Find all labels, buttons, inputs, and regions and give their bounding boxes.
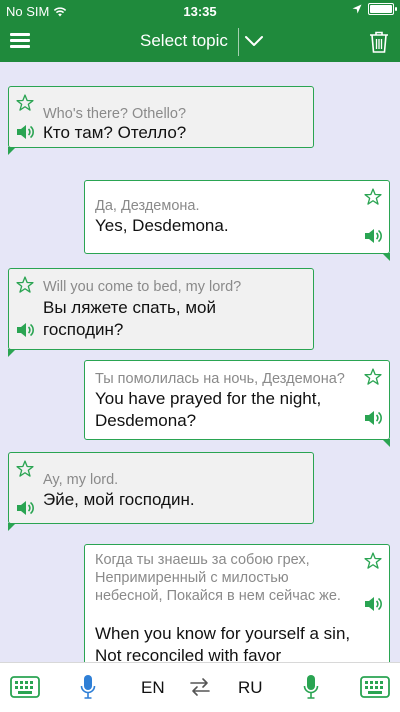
swap-arrows-icon[interactable] xyxy=(189,677,211,697)
trash-icon[interactable] xyxy=(368,30,390,54)
star-outline-icon[interactable] xyxy=(15,459,35,479)
message-translation-text: You have prayed for the night, Desdemona… xyxy=(95,389,322,430)
chevron-down-icon[interactable] xyxy=(244,32,264,50)
microphone-icon[interactable] xyxy=(303,674,319,700)
source-language[interactable]: EN xyxy=(141,678,165,698)
hamburger-menu-icon[interactable] xyxy=(10,33,30,49)
speaker-icon[interactable] xyxy=(363,409,383,427)
keyboard-icon[interactable] xyxy=(360,676,390,698)
message-translation-text: When you know for yourself a sin, Not re… xyxy=(95,624,351,662)
target-language[interactable]: RU xyxy=(238,678,263,698)
message-bubble[interactable]: Who's there? Othello? Кто там? Отелло? xyxy=(8,86,314,155)
status-time: 13:35 xyxy=(183,4,217,19)
message-source-text: Ay, my lord. xyxy=(43,472,119,488)
star-outline-icon[interactable] xyxy=(363,187,383,207)
star-outline-icon[interactable] xyxy=(363,367,383,387)
nav-divider xyxy=(238,28,239,56)
message-translation-text: Yes, Desdemona. xyxy=(95,216,229,235)
nav-bar: Select topic xyxy=(0,22,400,62)
message-source-text: Who's there? Othello? xyxy=(43,106,187,122)
status-right xyxy=(352,3,397,15)
message-source-text: Да, Дездемона. xyxy=(95,198,200,214)
status-bar: No SIM 13:35 xyxy=(0,0,400,22)
microphone-icon[interactable] xyxy=(80,674,96,700)
message-source-text: Will you come to bed, my lord? xyxy=(43,279,242,295)
message-source-text: Ты помолилась на ночь, Дездемона? xyxy=(95,371,345,387)
bottom-toolbar: EN RU xyxy=(0,662,400,712)
message-source-text: Когда ты знаешь за собою грех, Непримире… xyxy=(95,552,341,604)
speaker-icon[interactable] xyxy=(15,123,35,141)
speaker-icon[interactable] xyxy=(15,499,35,517)
message-bubble[interactable]: Ты помолилась на ночь, Дездемона? You ha… xyxy=(84,360,390,447)
speaker-icon[interactable] xyxy=(15,321,35,339)
conversation-area[interactable]: Who's there? Othello? Кто там? Отелло? Д… xyxy=(0,62,400,662)
message-translation-text: Кто там? Отелло? xyxy=(43,123,187,142)
star-outline-icon[interactable] xyxy=(15,93,35,113)
battery-icon xyxy=(368,3,397,15)
select-topic-title[interactable]: Select topic xyxy=(140,31,228,51)
message-bubble[interactable]: Ay, my lord. Эйе, мой господин. xyxy=(8,452,314,531)
speaker-icon[interactable] xyxy=(363,227,383,245)
message-translation-text: Эйе, мой господин. xyxy=(43,490,195,509)
star-outline-icon[interactable] xyxy=(15,275,35,295)
location-arrow-icon xyxy=(352,4,362,14)
keyboard-icon[interactable] xyxy=(10,676,40,698)
message-bubble[interactable]: Will you come to bed, my lord? Вы ляжете… xyxy=(8,268,314,357)
message-bubble[interactable]: Да, Дездемона. Yes, Desdemona. xyxy=(84,180,390,261)
speaker-icon[interactable] xyxy=(363,595,383,613)
star-outline-icon[interactable] xyxy=(363,551,383,571)
message-bubble[interactable]: Когда ты знаешь за собою грех, Непримире… xyxy=(84,544,390,662)
message-translation-text: Вы ляжете спать, мой господин? xyxy=(43,298,216,339)
